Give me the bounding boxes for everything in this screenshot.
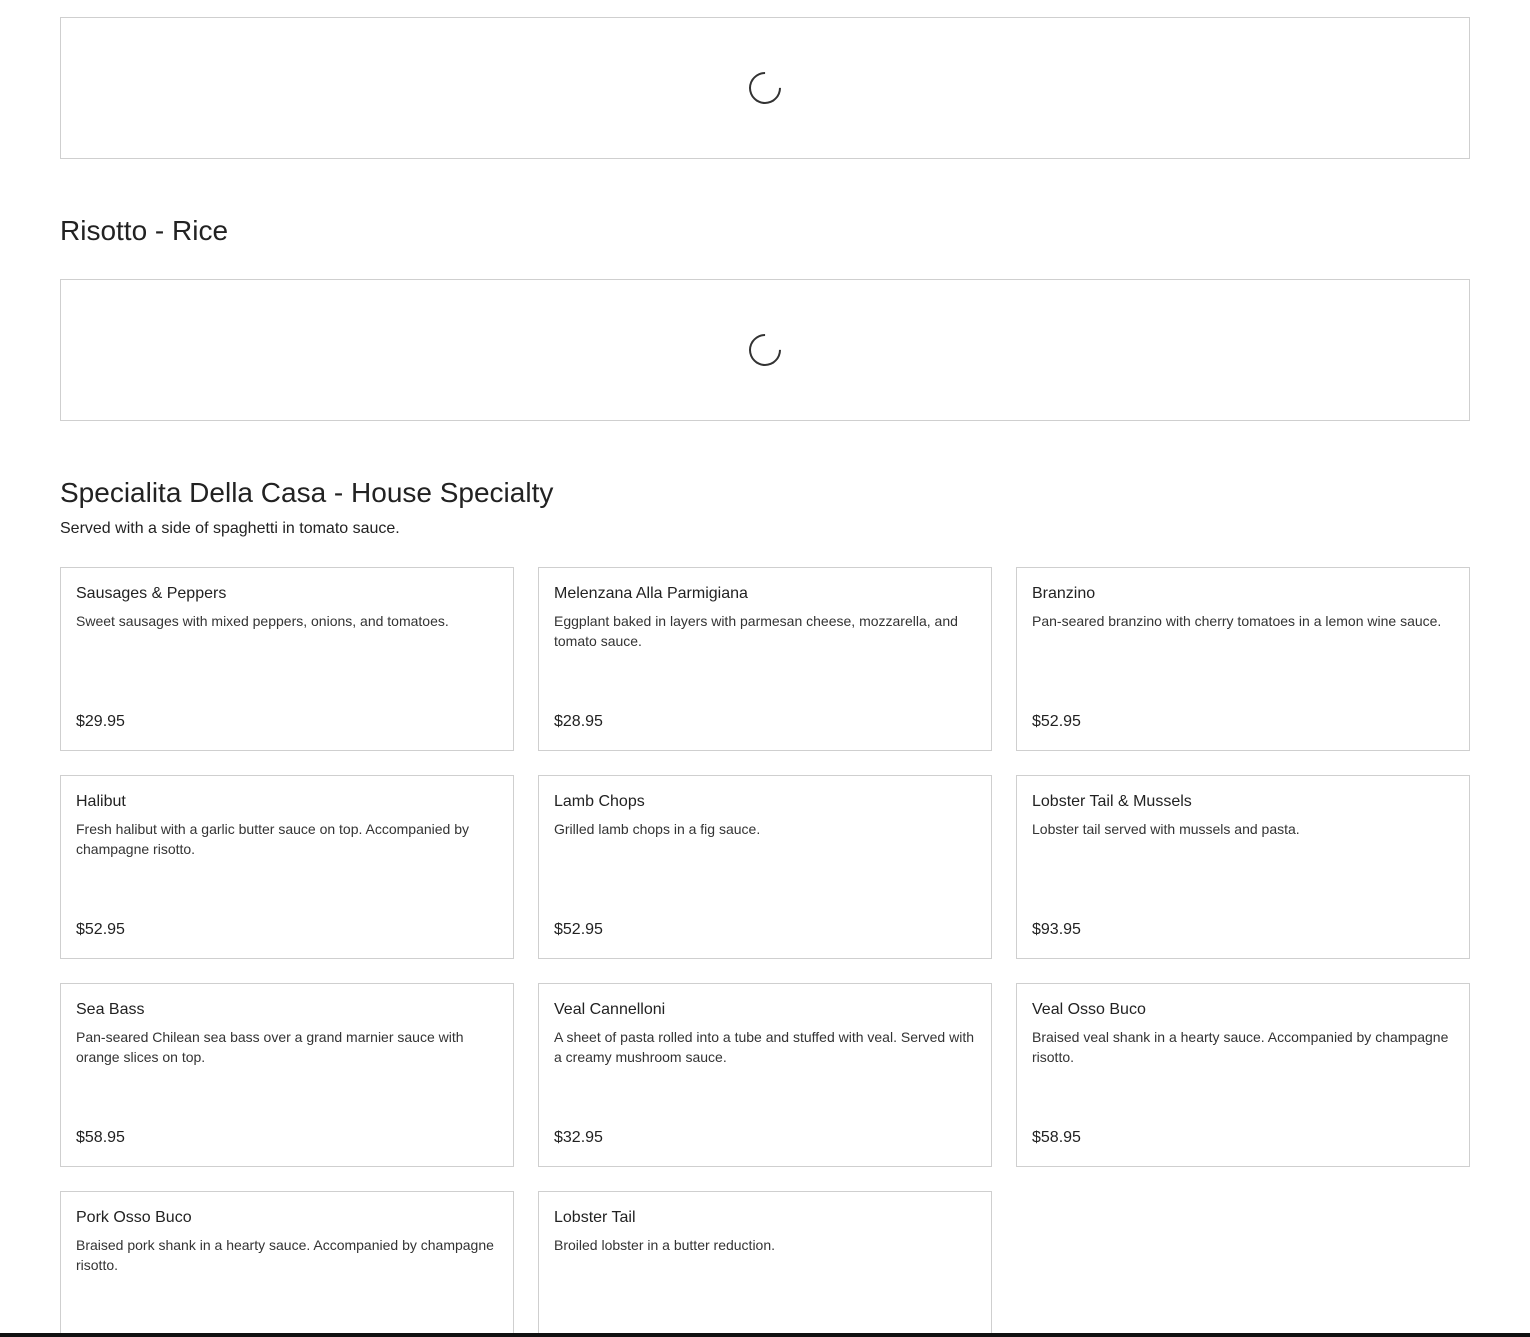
menu-item-price: $58.95 — [76, 1129, 125, 1146]
menu-item-description: A sheet of pasta rolled into a tube and … — [554, 1029, 975, 1065]
loading-spinner-icon — [742, 65, 788, 111]
menu-item-card[interactable]: Veal Osso Buco Braised veal shank in a h… — [1016, 983, 1470, 1167]
menu-item-name: Veal Osso Buco — [1032, 1001, 1146, 1018]
loading-spinner-icon — [742, 327, 788, 373]
menu-item-price: $28.95 — [554, 713, 603, 730]
menu-item-card[interactable]: Halibut Fresh halibut with a garlic butt… — [60, 775, 514, 959]
menu-item-card[interactable]: Melenzana Alla Parmigiana Eggplant baked… — [538, 567, 992, 751]
menu-item-description: Braised pork shank in a hearty sauce. Ac… — [76, 1237, 494, 1273]
loading-panel-risotto — [60, 279, 1470, 421]
menu-item-description: Pan-seared Chilean sea bass over a grand… — [76, 1029, 464, 1065]
menu-item-name: Melenzana Alla Parmigiana — [554, 585, 748, 602]
menu-item-description: Grilled lamb chops in a fig sauce. — [554, 821, 761, 837]
menu-item-name: Lobster Tail — [554, 1209, 636, 1226]
viewport-bottom-border — [0, 1333, 1530, 1337]
menu-item-name: Lobster Tail & Mussels — [1032, 793, 1192, 810]
menu-item-card[interactable]: Sea Bass Pan-seared Chilean sea bass ove… — [60, 983, 514, 1167]
menu-item-name: Pork Osso Buco — [76, 1209, 192, 1226]
section-title-house-specialty: Specialita Della Casa - House Specialty — [60, 477, 554, 508]
menu-item-price: $52.95 — [554, 921, 603, 938]
menu-item-card[interactable]: Lobster Tail Broiled lobster in a butter… — [538, 1191, 992, 1337]
menu-item-price: $52.95 — [1032, 713, 1081, 730]
menu-item-description: Eggplant baked in layers with parmesan c… — [554, 613, 958, 649]
menu-item-card[interactable]: Pork Osso Buco Braised pork shank in a h… — [60, 1191, 514, 1337]
menu-item-description: Pan-seared branzino with cherry tomatoes… — [1032, 613, 1442, 629]
menu-item-card[interactable]: Branzino Pan-seared branzino with cherry… — [1016, 567, 1470, 751]
menu-item-description: Lobster tail served with mussels and pas… — [1032, 821, 1300, 837]
menu-item-name: Halibut — [76, 793, 126, 810]
menu-item-name: Veal Cannelloni — [554, 1001, 666, 1018]
section-description: Served with a side of spaghetti in tomat… — [60, 520, 400, 537]
menu-item-card[interactable]: Veal Cannelloni A sheet of pasta rolled … — [538, 983, 992, 1167]
menu-item-description: Broiled lobster in a butter reduction. — [554, 1237, 776, 1253]
menu-item-price: $29.95 — [76, 713, 125, 730]
loading-panel — [60, 17, 1470, 159]
menu-item-description: Sweet sausages with mixed peppers, onion… — [76, 613, 449, 629]
menu-item-card[interactable]: Sausages & Peppers Sweet sausages with m… — [60, 567, 514, 751]
menu-item-name: Sea Bass — [76, 1001, 145, 1018]
menu-item-name: Lamb Chops — [554, 793, 645, 810]
section-title-risotto: Risotto - Rice — [60, 215, 229, 246]
menu-item-card[interactable]: Lamb Chops Grilled lamb chops in a fig s… — [538, 775, 992, 959]
menu-item-description: Braised veal shank in a hearty sauce. Ac… — [1032, 1029, 1449, 1065]
menu-item-price: $93.95 — [1032, 921, 1081, 938]
menu-item-name: Branzino — [1032, 585, 1096, 602]
menu-items-grid: Sausages & Peppers Sweet sausages with m… — [60, 567, 1470, 1337]
menu-item-price: $32.95 — [554, 1129, 603, 1146]
menu-item-card[interactable]: Lobster Tail & Mussels Lobster tail serv… — [1016, 775, 1470, 959]
menu-item-price: $52.95 — [76, 921, 125, 938]
menu-item-name: Sausages & Peppers — [76, 585, 227, 602]
menu-item-price: $58.95 — [1032, 1129, 1081, 1146]
menu-item-description: Fresh halibut with a garlic butter sauce… — [76, 821, 469, 857]
